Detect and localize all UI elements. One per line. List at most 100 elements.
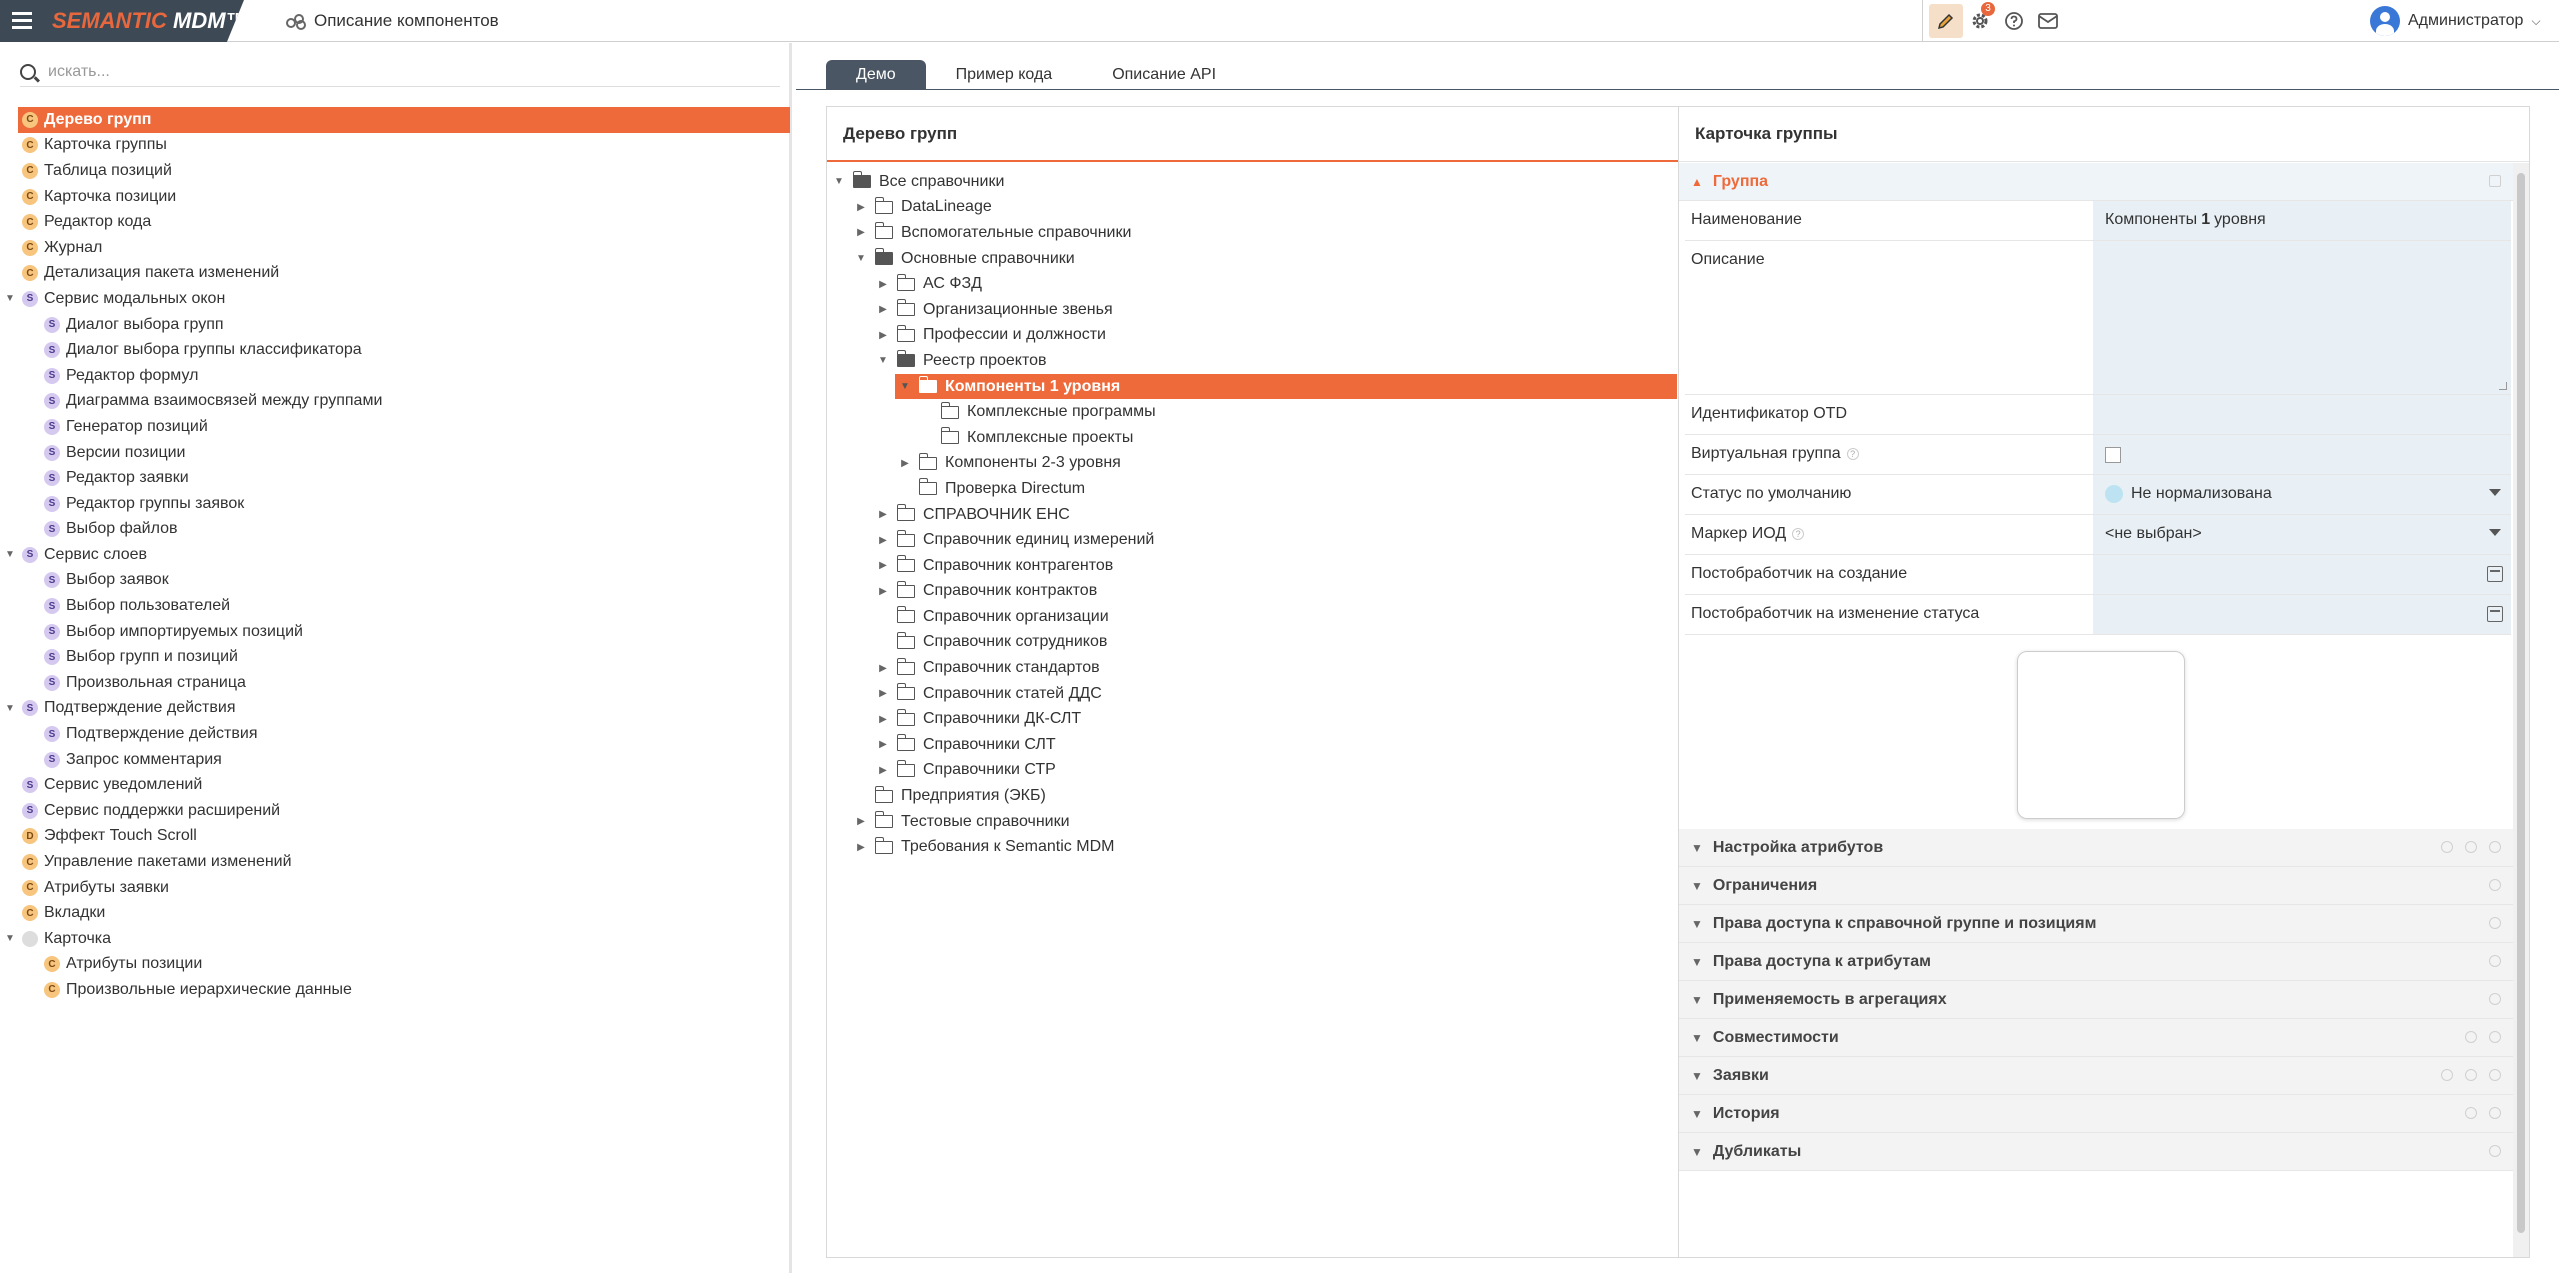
section-header[interactable]: ▼ Ограничения (1679, 867, 2513, 905)
help-icon[interactable] (2489, 1069, 2501, 1081)
description-textarea[interactable] (2093, 241, 2511, 394)
component-item[interactable]: C Управление пакетами изменений (0, 849, 792, 875)
section-header[interactable]: ▼ Права доступа к справочной группе и поз… (1679, 905, 2513, 943)
help-button[interactable] (1997, 4, 2031, 38)
component-item[interactable]: C Вкладки (0, 900, 792, 926)
expand-toggle-icon[interactable]: ▶ (877, 714, 889, 725)
expand-toggle-icon[interactable]: ▶ (877, 535, 889, 546)
component-item[interactable]: S Сервис уведомлений (0, 772, 792, 798)
section-header[interactable]: ▼ Настройка атрибутов (1679, 829, 2513, 867)
expand-toggle-icon[interactable]: ▶ (855, 816, 867, 827)
component-item[interactable]: S Диаграмма взаимосвязей между группами (0, 389, 792, 415)
expand-toggle-icon[interactable]: ▶ (877, 509, 889, 520)
component-item[interactable]: C Атрибуты позиции (0, 952, 792, 978)
component-item[interactable]: S Генератор позиций (0, 414, 792, 440)
component-item[interactable]: D Эффект Touch Scroll (0, 824, 792, 850)
help-icon[interactable] (2489, 1031, 2501, 1043)
component-item[interactable]: ▼ S Сервис модальных окон (0, 286, 792, 312)
action-icon[interactable] (2465, 1069, 2477, 1081)
default-status-select[interactable]: Не нормализована (2093, 475, 2511, 514)
component-item[interactable]: S Редактор заявки (0, 465, 792, 491)
resize-handle-icon[interactable] (2499, 382, 2507, 390)
expand-toggle-icon[interactable]: ▼ (899, 381, 911, 392)
section-header[interactable]: ▼ История (1679, 1095, 2513, 1133)
expand-toggle-icon[interactable]: ▼ (4, 293, 16, 304)
iod-marker-select[interactable]: <не выбран> (2093, 515, 2511, 554)
tree-node[interactable]: ▶ Справочник контрагентов (827, 553, 1679, 579)
expand-toggle-icon[interactable]: ▶ (877, 304, 889, 315)
search-input[interactable] (48, 62, 748, 81)
component-item[interactable]: S Выбор импортируемых позиций (0, 619, 792, 645)
menu-icon[interactable] (12, 12, 32, 30)
expand-toggle-icon[interactable]: ▶ (877, 739, 889, 750)
tree-node[interactable]: Комплексные проекты (827, 425, 1679, 451)
tree-node[interactable]: Справочник сотрудников (827, 630, 1679, 656)
section-header[interactable]: ▼ Применяемость в агрегациях (1679, 981, 2513, 1019)
post-status-input[interactable] (2093, 595, 2511, 634)
tree-node[interactable]: ▶ DataLineage (827, 195, 1679, 221)
section-header[interactable]: ▼ Совместимости (1679, 1019, 2513, 1057)
component-item[interactable]: S Произвольная страница (0, 670, 792, 696)
tree-node[interactable]: Проверка Directum (827, 476, 1679, 502)
expand-toggle-icon[interactable]: ▶ (899, 458, 911, 469)
expand-toggle-icon[interactable]: ▼ (4, 549, 16, 560)
app-logo[interactable]: SEMANTIC MDM™ (52, 8, 244, 34)
otd-id-input[interactable] (2093, 395, 2511, 434)
help-icon[interactable] (2489, 917, 2501, 929)
help-icon[interactable] (2489, 955, 2501, 967)
tree-node[interactable]: ▶ Профессии и должности (827, 323, 1679, 349)
tab-0[interactable]: Демо (826, 60, 926, 90)
component-item[interactable]: ▼ S Сервис слоев (0, 542, 792, 568)
component-item[interactable]: C Детализация пакета изменений (0, 261, 792, 287)
tree-node[interactable]: ▶ Справочник контрактов (827, 579, 1679, 605)
help-icon[interactable] (2489, 879, 2501, 891)
tree-node[interactable]: ▶ Компоненты 2-3 уровня (827, 451, 1679, 477)
copy-icon[interactable] (2489, 175, 2501, 187)
expand-toggle-icon[interactable]: ▶ (855, 227, 867, 238)
component-item[interactable]: C Журнал (0, 235, 792, 261)
action-icon[interactable] (2441, 841, 2453, 853)
expand-toggle-icon[interactable]: ▶ (855, 202, 867, 213)
tree-node[interactable]: ▼ Компоненты 1 уровня (895, 373, 1677, 400)
component-item[interactable]: S Редактор группы заявок (0, 491, 792, 517)
component-item[interactable]: C Карточка позиции (0, 184, 792, 210)
component-item[interactable]: C Атрибуты заявки (0, 875, 792, 901)
tree-node[interactable]: ▼ Основные справочники (827, 246, 1679, 272)
section-group[interactable]: ▲ Группа (1679, 163, 2513, 201)
component-item[interactable]: ▼ Карточка (0, 926, 792, 952)
calculator-icon[interactable] (2487, 606, 2503, 622)
component-item[interactable]: S Подтверждение действия (0, 721, 792, 747)
expand-toggle-icon[interactable]: ▼ (4, 703, 16, 714)
component-item[interactable]: S Выбор файлов (0, 517, 792, 543)
action-icon[interactable] (2465, 841, 2477, 853)
expand-toggle-icon[interactable]: ▼ (833, 176, 845, 187)
component-item[interactable]: S Сервис поддержки расширений (0, 798, 792, 824)
calculator-icon[interactable] (2487, 566, 2503, 582)
component-item[interactable]: C Редактор кода (0, 209, 792, 235)
component-item[interactable]: S Версии позиции (0, 440, 792, 466)
section-header[interactable]: ▼ Права доступа к атрибутам (1679, 943, 2513, 981)
expand-toggle-icon[interactable]: ▶ (877, 765, 889, 776)
tree-node[interactable]: ▶ Справочник статей ДДС (827, 681, 1679, 707)
component-item[interactable]: C Произвольные иерархические данные (0, 977, 792, 1003)
tree-node[interactable]: ▶ Организационные звенья (827, 297, 1679, 323)
expand-toggle-icon[interactable]: ▶ (877, 586, 889, 597)
component-item[interactable]: S Диалог выбора групп (0, 312, 792, 338)
help-icon[interactable]: ? (1846, 448, 1859, 460)
action-icon[interactable] (2465, 1031, 2477, 1043)
tree-node[interactable]: ▶ Справочник единиц измерений (827, 527, 1679, 553)
expand-toggle-icon[interactable]: ▶ (877, 330, 889, 341)
expand-toggle-icon[interactable]: ▶ (877, 663, 889, 674)
tree-node[interactable]: ▼ Все справочники (827, 169, 1679, 195)
action-icon[interactable] (2465, 1107, 2477, 1119)
component-item[interactable]: S Выбор заявок (0, 568, 792, 594)
component-item[interactable]: S Редактор формул (0, 363, 792, 389)
help-icon[interactable] (2489, 841, 2501, 853)
component-item[interactable]: S Выбор пользователей (0, 593, 792, 619)
group-image-placeholder[interactable] (2017, 651, 2185, 819)
help-icon[interactable] (2489, 1145, 2501, 1157)
component-item[interactable]: S Диалог выбора группы классификатора (0, 337, 792, 363)
card-scrollbar[interactable] (2513, 163, 2529, 1257)
tree-node[interactable]: Справочник организации (827, 604, 1679, 630)
tree-node[interactable]: ▼ Реестр проектов (827, 348, 1679, 374)
